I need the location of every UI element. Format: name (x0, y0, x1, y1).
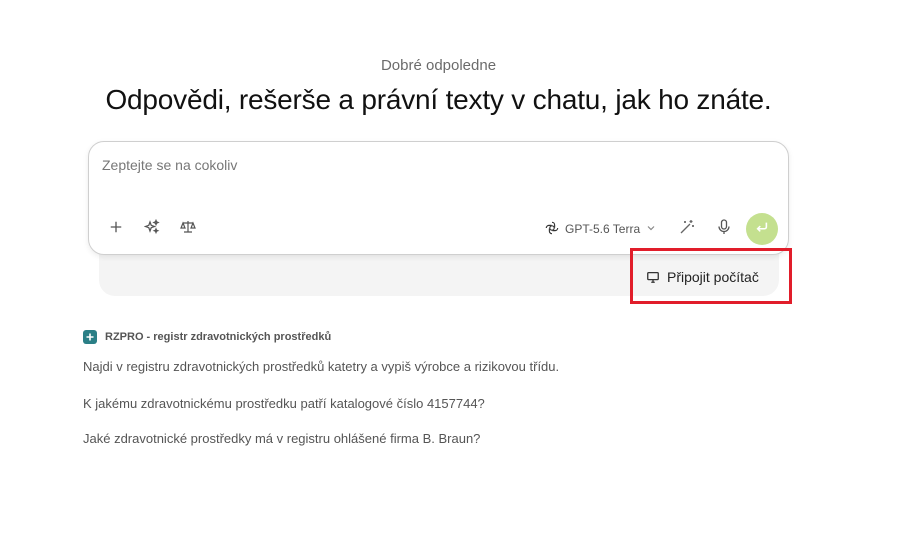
model-selector[interactable]: GPT-5.6 Terra (545, 218, 656, 240)
tools-button[interactable] (141, 218, 163, 240)
sparkles-icon (143, 218, 160, 240)
connect-computer-button[interactable]: Připojit počítač (638, 262, 767, 292)
scales-icon (180, 219, 196, 240)
chat-composer: GPT-5.6 Terra (88, 141, 789, 255)
suggestion-item[interactable]: Najdi v registru zdravotnických prostřed… (83, 359, 559, 374)
plus-icon (109, 220, 123, 239)
connect-computer-label: Připojit počítač (667, 269, 759, 285)
openai-icon (545, 221, 559, 238)
model-label: GPT-5.6 Terra (565, 222, 641, 236)
monitor-icon (646, 270, 660, 284)
legal-mode-button[interactable] (177, 218, 199, 240)
magic-wand-icon (679, 219, 695, 240)
magic-wand-button[interactable] (676, 218, 698, 240)
suggestion-item[interactable]: Jaké zdravotnické prostředky má v regist… (83, 431, 480, 446)
greeting-text: Dobré odpoledne (380, 57, 497, 74)
microphone-button[interactable] (713, 218, 735, 240)
source-label: RZPRO - registr zdravotnických prostředk… (105, 331, 332, 343)
suggestion-item[interactable]: K jakému zdravotnickému prostředku patří… (83, 396, 485, 411)
chevron-down-icon (646, 222, 656, 236)
send-button[interactable] (746, 213, 778, 245)
page-title: Odpovědi, rešerše a právní texty v chatu… (105, 84, 772, 115)
page: Dobré odpoledne Odpovědi, rešerše a práv… (0, 0, 909, 544)
registry-icon (83, 330, 97, 344)
microphone-icon (717, 218, 731, 240)
add-attachment-button[interactable] (105, 218, 127, 240)
enter-icon (755, 220, 769, 239)
chat-input[interactable] (100, 156, 704, 174)
source-header: RZPRO - registr zdravotnických prostředk… (83, 330, 331, 344)
